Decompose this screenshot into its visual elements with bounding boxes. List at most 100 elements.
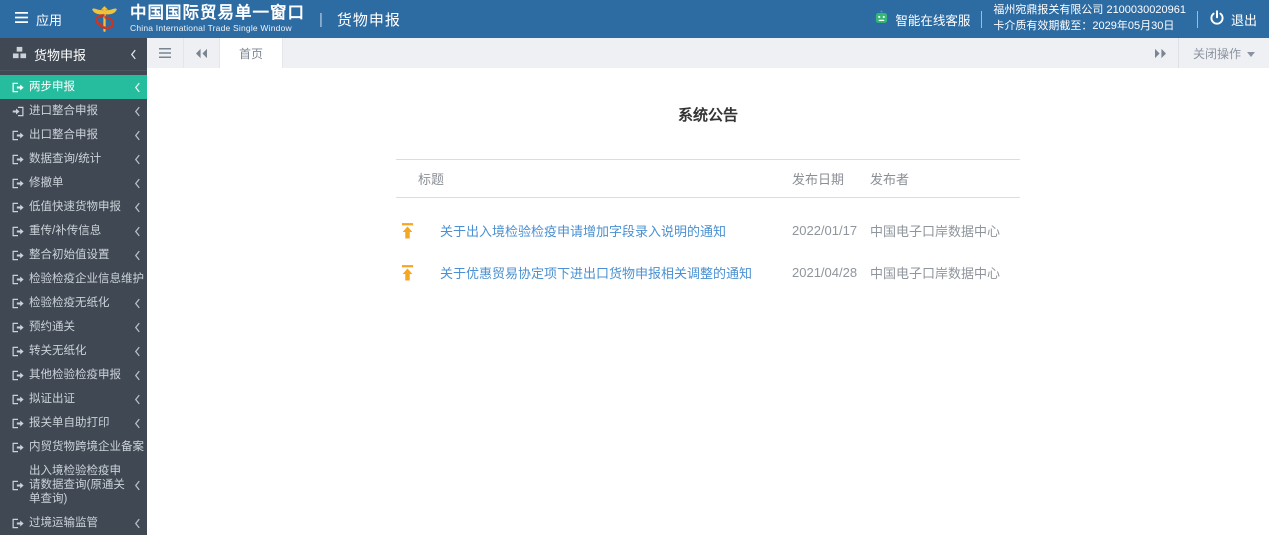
sign-out-icon	[12, 442, 24, 453]
sidebar-item-label: 检验检疫无纸化	[29, 297, 110, 309]
chevron-left-icon	[134, 298, 141, 309]
power-icon	[1209, 9, 1225, 29]
sidebar-item-label: 检验检疫企业信息维护	[29, 273, 144, 285]
sidebar-item-label: 转关无纸化	[29, 345, 87, 357]
sidebar-item[interactable]: 两步申报	[0, 75, 147, 99]
close-operations-label: 关闭操作	[1192, 46, 1241, 61]
sidebar-item[interactable]: 预约通关	[0, 315, 147, 339]
chevron-left-icon	[134, 250, 141, 261]
sidebar-item[interactable]: 数据查询/统计	[0, 147, 147, 171]
chevron-left-icon	[134, 154, 141, 165]
sidebar-item[interactable]: 检验检疫企业信息维护	[0, 267, 147, 291]
sidebar-item[interactable]: 检验检疫无纸化	[0, 291, 147, 315]
chevron-left-icon	[134, 202, 141, 213]
single-window-logo-icon	[88, 3, 121, 36]
sidebar-item[interactable]: 重传/补传信息	[0, 219, 147, 243]
tab-list-menu-button[interactable]	[147, 38, 184, 68]
scroll-tabs-left-button[interactable]	[184, 38, 220, 68]
module-title: 货物申报	[336, 11, 401, 29]
sidebar-item-label: 出入境检验检疫申请数据查询(原通关单查询)	[29, 465, 125, 505]
column-header-publisher: 发布者	[870, 172, 910, 187]
sign-out-icon	[12, 418, 24, 429]
announcement-publisher: 中国电子口岸数据中心	[870, 266, 1001, 281]
tab-home[interactable]: 首页	[220, 38, 284, 68]
sign-out-icon	[12, 82, 24, 93]
sidebar-item-label: 拟证出证	[29, 393, 75, 405]
announcement-link[interactable]: 关于出入境检验检疫申请增加字段录入说明的通知	[440, 221, 792, 240]
sidebar-item[interactable]: 过境运输监管	[0, 511, 147, 535]
sidebar-item-label: 内贸货物跨境企业备案	[29, 441, 144, 453]
sidebar-item-label: 两步申报	[29, 81, 75, 93]
sidebar-item-label: 低值快速货物申报	[29, 201, 121, 213]
announcement-table: 标题 发布日期 发布者 关于出入境检验检疫申请增加字段录入说明的通知 2022/0…	[396, 159, 1020, 282]
sign-out-icon	[12, 480, 24, 491]
sidebar-menu: 两步申报进口整合申报 出口整合申报 数据查询/统计 修撤单低值快速货物申报 重传/补传信…	[0, 71, 147, 535]
sign-in-icon	[12, 106, 24, 117]
chevron-left-icon	[134, 322, 141, 333]
chevron-left-icon	[134, 346, 141, 357]
sidebar-item-label: 数据查询/统计	[29, 153, 102, 165]
company-info: 福州宛鼎报关有限公司 2100030020961 卡介质有效期截至：2029年0…	[993, 3, 1186, 35]
tab-bar: 首页 关闭操作	[147, 38, 1269, 68]
company-name: 福州宛鼎报关有限公司 2100030020961	[993, 4, 1186, 17]
chevron-left-icon	[134, 518, 141, 529]
brand-subtitle: China International Trade Single Window	[130, 23, 292, 34]
sidebar-item-label: 进口整合申报	[29, 105, 98, 117]
sidebar-item-label: 整合初始值设置	[29, 249, 110, 261]
sign-out-icon	[12, 370, 24, 381]
announcement-link[interactable]: 关于优惠贸易协定项下进出口货物申报相关调整的通知	[440, 263, 792, 282]
sign-out-icon	[12, 154, 24, 165]
cubes-icon	[12, 46, 27, 63]
sidebar-item[interactable]: 内贸货物跨境企业备案	[0, 435, 147, 459]
header-divider	[981, 10, 983, 28]
sidebar-item[interactable]: 进口整合申报	[0, 99, 147, 123]
column-header-date: 发布日期	[792, 172, 845, 187]
brand: 中国国际贸易单一窗口 China International Trade Sin…	[88, 3, 305, 36]
sign-out-icon	[12, 226, 24, 237]
chevron-left-icon	[134, 394, 141, 405]
caret-down-icon	[1247, 46, 1255, 60]
pinned-top-icon	[396, 222, 440, 239]
sidebar-title[interactable]: 货物申报	[0, 38, 147, 71]
sidebar-item[interactable]: 其他检验检疫申报	[0, 363, 147, 387]
sidebar-item[interactable]: 拟证出证	[0, 387, 147, 411]
sidebar-item[interactable]: 报关单自助打印	[0, 411, 147, 435]
sign-out-icon	[12, 518, 24, 529]
chevron-left-icon	[134, 418, 141, 429]
scroll-tabs-right-button[interactable]	[1143, 38, 1178, 68]
chevron-left-icon	[134, 226, 141, 237]
hamburger-icon	[14, 11, 29, 27]
sidebar-item[interactable]: 出入境检验检疫申请数据查询(原通关单查询)	[0, 459, 147, 511]
brand-title: 中国国际贸易单一窗口	[130, 4, 306, 23]
announcement-row: 关于优惠贸易协定项下进出口货物申报相关调整的通知 2021/04/28 中国电子口岸…	[396, 263, 1020, 282]
close-operations-dropdown[interactable]: 关闭操作	[1177, 38, 1269, 68]
online-service-label: 智能在线客服	[895, 13, 971, 28]
sidebar-item[interactable]: 整合初始值设置	[0, 243, 147, 267]
online-service-button[interactable]: 智能在线客服	[874, 10, 970, 29]
chevron-left-icon	[134, 370, 141, 381]
sidebar-item-label: 出口整合申报	[29, 129, 98, 141]
sidebar-item[interactable]: 出口整合申报	[0, 123, 147, 147]
sidebar-item[interactable]: 转关无纸化	[0, 339, 147, 363]
sidebar-item[interactable]: 修撤单	[0, 171, 147, 195]
sidebar-title-label: 货物申报	[34, 47, 87, 63]
sidebar-item-label: 重传/补传信息	[29, 225, 102, 237]
announcement-date: 2022/01/17	[792, 223, 858, 238]
robot-icon	[874, 10, 889, 28]
sign-out-icon	[12, 298, 24, 309]
sign-out-icon	[12, 178, 24, 189]
chevron-left-icon	[134, 178, 141, 189]
sign-out-icon	[12, 322, 24, 333]
announcement-date: 2021/04/28	[792, 265, 858, 280]
main-content: 系统公告 标题 发布日期 发布者 关于出入境检验检疫申请增加字段录入说明的通知 2…	[147, 68, 1269, 535]
header-divider	[1196, 10, 1198, 28]
column-header-title: 标题	[418, 172, 445, 187]
sidebar-item[interactable]: 低值快速货物申报	[0, 195, 147, 219]
logout-button[interactable]: 退出	[1209, 9, 1257, 29]
header-divider: |	[319, 10, 323, 28]
apps-menu-button[interactable]: 应用	[14, 10, 62, 29]
announcement-row: 关于出入境检验检疫申请增加字段录入说明的通知 2022/01/17 中国电子口岸数据…	[396, 221, 1020, 240]
sign-out-icon	[12, 130, 24, 141]
pinned-top-icon	[396, 264, 440, 281]
sidebar-item-label: 修撤单	[29, 177, 64, 189]
